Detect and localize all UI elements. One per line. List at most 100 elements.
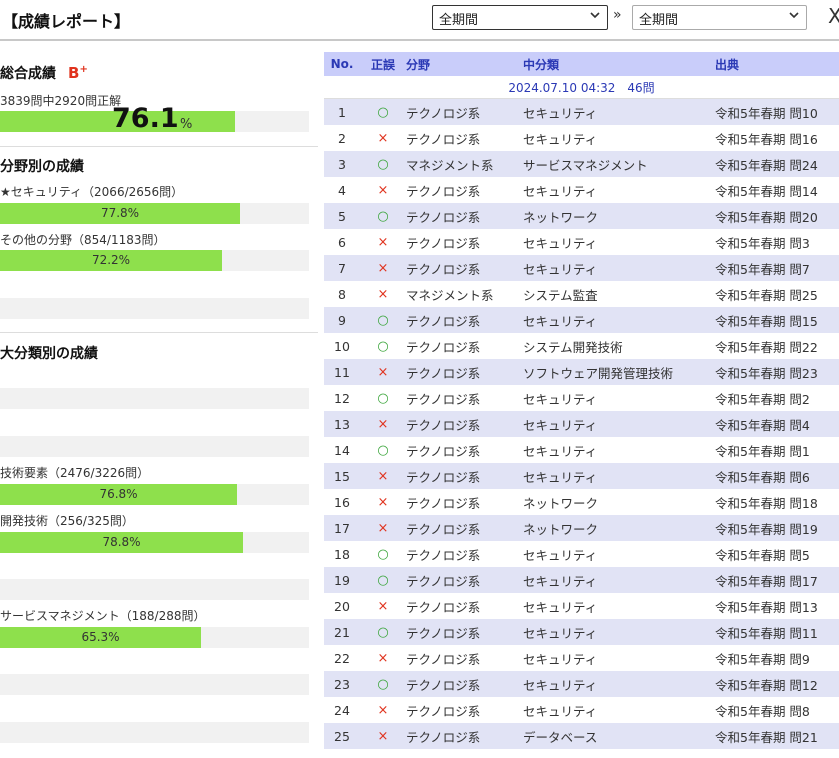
field-bar-other: 72.2%: [0, 250, 309, 271]
row-source[interactable]: 令和5年春期 問8: [715, 697, 839, 723]
correct-icon: ○: [360, 203, 406, 229]
row-source[interactable]: 令和5年春期 問5: [715, 541, 839, 567]
row-number: 10: [324, 333, 360, 359]
session-row[interactable]: 2024.07.10 04:32 46問: [324, 76, 839, 99]
row-number: 17: [324, 515, 360, 541]
row-source[interactable]: 令和5年春期 問17: [715, 567, 839, 593]
empty-bar: [0, 388, 309, 409]
empty-bar: [0, 674, 309, 695]
correct-icon: ○: [360, 307, 406, 333]
row-source[interactable]: 令和5年春期 問22: [715, 333, 839, 359]
table-row[interactable]: 8 × マネジメント系 システム監査 令和5年春期 問25: [324, 281, 839, 307]
row-source[interactable]: 令和5年春期 問10: [715, 98, 839, 125]
table-row[interactable]: 19 ○ テクノロジ系 セキュリティ 令和5年春期 問17: [324, 567, 839, 593]
col-source[interactable]: 出典: [715, 52, 839, 76]
row-field: テクノロジ系: [406, 333, 523, 359]
row-source[interactable]: 令和5年春期 問20: [715, 203, 839, 229]
page-title: 【成績レポート】: [2, 12, 131, 31]
row-subcategory: システム開発技術: [523, 333, 715, 359]
col-subcategory[interactable]: 中分類: [523, 52, 715, 76]
row-source[interactable]: 令和5年春期 問14: [715, 177, 839, 203]
history-panel: No. 正誤 分野 中分類 出典 2024.07.10 04:32 46問 1 ○…: [324, 52, 839, 749]
major-label-tech: 技術要素（2476/3226問）: [0, 466, 150, 480]
row-source[interactable]: 令和5年春期 問16: [715, 125, 839, 151]
divider: [0, 332, 318, 333]
row-source[interactable]: 令和5年春期 問7: [715, 255, 839, 281]
row-field: テクノロジ系: [406, 619, 523, 645]
row-source[interactable]: 令和5年春期 問19: [715, 515, 839, 541]
row-field: テクノロジ系: [406, 125, 523, 151]
table-row[interactable]: 15 × テクノロジ系 セキュリティ 令和5年春期 問6: [324, 463, 839, 489]
table-row[interactable]: 10 ○ テクノロジ系 システム開発技術 令和5年春期 問22: [324, 333, 839, 359]
period-from-select[interactable]: 全期間: [432, 5, 608, 30]
table-row[interactable]: 21 ○ テクノロジ系 セキュリティ 令和5年春期 問11: [324, 619, 839, 645]
table-row[interactable]: 16 × テクノロジ系 ネットワーク 令和5年春期 問18: [324, 489, 839, 515]
table-row[interactable]: 2 × テクノロジ系 セキュリティ 令和5年春期 問16: [324, 125, 839, 151]
col-field[interactable]: 分野: [406, 52, 523, 76]
close-icon[interactable]: X: [828, 4, 839, 28]
table-row[interactable]: 1 ○ テクノロジ系 セキュリティ 令和5年春期 問10: [324, 98, 839, 125]
row-source[interactable]: 令和5年春期 問15: [715, 307, 839, 333]
row-source[interactable]: 令和5年春期 問11: [715, 619, 839, 645]
row-source[interactable]: 令和5年春期 問13: [715, 593, 839, 619]
row-field: テクノロジ系: [406, 203, 523, 229]
table-row[interactable]: 20 × テクノロジ系 セキュリティ 令和5年春期 問13: [324, 593, 839, 619]
row-source[interactable]: 令和5年春期 問1: [715, 437, 839, 463]
row-subcategory: セキュリティ: [523, 567, 715, 593]
row-source[interactable]: 令和5年春期 問4: [715, 411, 839, 437]
row-source[interactable]: 令和5年春期 問3: [715, 229, 839, 255]
row-subcategory: セキュリティ: [523, 385, 715, 411]
table-row[interactable]: 24 × テクノロジ系 セキュリティ 令和5年春期 問8: [324, 697, 839, 723]
wrong-icon: ×: [360, 697, 406, 723]
row-number: 24: [324, 697, 360, 723]
empty-bar: [0, 579, 309, 600]
row-subcategory: セキュリティ: [523, 593, 715, 619]
grade-letter: B: [68, 64, 80, 82]
table-row[interactable]: 11 × テクノロジ系 ソフトウェア開発管理技術 令和5年春期 問23: [324, 359, 839, 385]
row-number: 1: [324, 98, 360, 125]
row-subcategory: セキュリティ: [523, 177, 715, 203]
period-to-select[interactable]: 全期間: [632, 5, 807, 30]
table-row[interactable]: 25 × テクノロジ系 データベース 令和5年春期 問21: [324, 723, 839, 749]
row-source[interactable]: 令和5年春期 問24: [715, 151, 839, 177]
row-source[interactable]: 令和5年春期 問18: [715, 489, 839, 515]
row-source[interactable]: 令和5年春期 問23: [715, 359, 839, 385]
row-source[interactable]: 令和5年春期 問25: [715, 281, 839, 307]
table-row[interactable]: 6 × テクノロジ系 セキュリティ 令和5年春期 問3: [324, 229, 839, 255]
row-subcategory: セキュリティ: [523, 437, 715, 463]
correct-icon: ○: [360, 151, 406, 177]
row-field: テクノロジ系: [406, 541, 523, 567]
row-source[interactable]: 令和5年春期 問6: [715, 463, 839, 489]
table-row[interactable]: 18 ○ テクノロジ系 セキュリティ 令和5年春期 問5: [324, 541, 839, 567]
row-source[interactable]: 令和5年春期 問12: [715, 671, 839, 697]
table-row[interactable]: 7 × テクノロジ系 セキュリティ 令和5年春期 問7: [324, 255, 839, 281]
table-row[interactable]: 14 ○ テクノロジ系 セキュリティ 令和5年春期 問1: [324, 437, 839, 463]
row-field: テクノロジ系: [406, 437, 523, 463]
table-row[interactable]: 23 ○ テクノロジ系 セキュリティ 令和5年春期 問12: [324, 671, 839, 697]
table-row[interactable]: 12 ○ テクノロジ系 セキュリティ 令和5年春期 問2: [324, 385, 839, 411]
overall-summary: 3839問中2920問正解: [0, 94, 122, 108]
row-source[interactable]: 令和5年春期 問2: [715, 385, 839, 411]
row-subcategory: サービスマネジメント: [523, 151, 715, 177]
table-row[interactable]: 17 × テクノロジ系 ネットワーク 令和5年春期 問19: [324, 515, 839, 541]
table-row[interactable]: 3 ○ マネジメント系 サービスマネジメント 令和5年春期 問24: [324, 151, 839, 177]
col-no[interactable]: No.: [324, 52, 360, 76]
row-field: テクノロジ系: [406, 567, 523, 593]
major-bar-value: 76.8%: [99, 487, 138, 501]
table-row[interactable]: 22 × テクノロジ系 セキュリティ 令和5年春期 問9: [324, 645, 839, 671]
row-source[interactable]: 令和5年春期 問21: [715, 723, 839, 749]
table-row[interactable]: 5 ○ テクノロジ系 ネットワーク 令和5年春期 問20: [324, 203, 839, 229]
overall-percent: 76.1: [112, 103, 179, 134]
table-row[interactable]: 9 ○ テクノロジ系 セキュリティ 令和5年春期 問15: [324, 307, 839, 333]
row-source[interactable]: 令和5年春期 問9: [715, 645, 839, 671]
field-label-other: その他の分野（854/1183問）: [0, 233, 166, 247]
row-number: 4: [324, 177, 360, 203]
correct-icon: ○: [360, 619, 406, 645]
wrong-icon: ×: [360, 515, 406, 541]
row-field: テクノロジ系: [406, 593, 523, 619]
col-result[interactable]: 正誤: [360, 52, 406, 76]
table-row[interactable]: 13 × テクノロジ系 セキュリティ 令和5年春期 問4: [324, 411, 839, 437]
table-row[interactable]: 4 × テクノロジ系 セキュリティ 令和5年春期 問14: [324, 177, 839, 203]
row-subcategory: セキュリティ: [523, 255, 715, 281]
correct-icon: ○: [360, 541, 406, 567]
